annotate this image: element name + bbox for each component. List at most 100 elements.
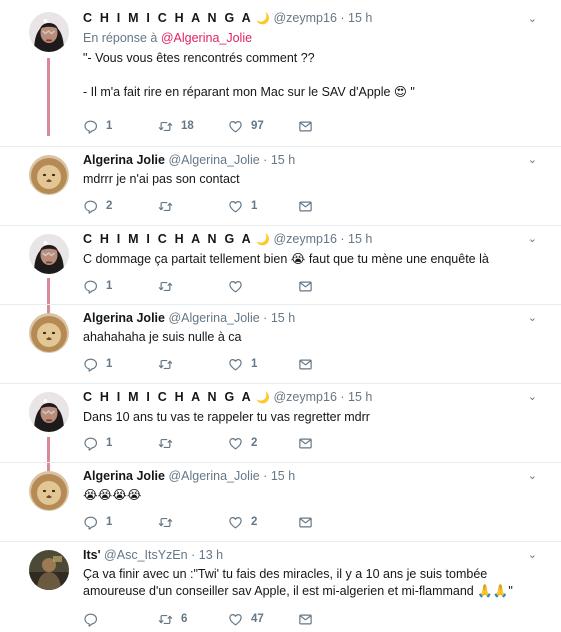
like-count: 97 xyxy=(251,120,264,132)
reply-button[interactable]: 1 xyxy=(83,279,158,294)
like-button[interactable]: 1 xyxy=(228,357,298,372)
dm-button[interactable] xyxy=(298,119,313,134)
display-name[interactable]: Its' xyxy=(83,548,101,562)
display-name[interactable]: C H I M I C H A N G A xyxy=(83,11,253,25)
separator-dot: · xyxy=(340,11,345,25)
display-name[interactable]: C H I M I C H A N G A xyxy=(83,232,253,246)
display-name[interactable]: Algerina Jolie xyxy=(83,469,165,483)
tweet[interactable]: Algerina Jolie @Algerina_Jolie · 15 h ah… xyxy=(0,305,561,384)
chevron-down-icon[interactable]: ⌄ xyxy=(528,232,537,245)
separator-dot: · xyxy=(191,548,196,562)
dm-button[interactable] xyxy=(298,279,313,294)
username[interactable]: @Asc_ItsYzEn xyxy=(104,548,188,562)
tweet-text-line: Dans 10 ans tu vas te rappeler tu vas re… xyxy=(83,410,370,424)
retweet-button[interactable] xyxy=(158,436,228,451)
dm-button[interactable] xyxy=(298,436,313,451)
retweet-button[interactable] xyxy=(158,279,228,294)
avatar[interactable] xyxy=(29,313,69,353)
username[interactable]: @Algerina_Jolie xyxy=(168,469,259,483)
reply-button[interactable] xyxy=(83,612,158,627)
like-count: 1 xyxy=(251,200,258,212)
username[interactable]: @zeymp16 xyxy=(273,390,336,404)
display-name[interactable]: Algerina Jolie xyxy=(83,311,165,325)
display-name[interactable]: Algerina Jolie xyxy=(83,153,165,167)
chevron-down-icon[interactable]: ⌄ xyxy=(528,311,537,324)
tweet[interactable]: Algerina Jolie @Algerina_Jolie · 15 h md… xyxy=(0,147,561,225)
username[interactable]: @Algerina_Jolie xyxy=(168,153,259,167)
timestamp[interactable]: 15 h xyxy=(348,390,372,404)
tweet[interactable]: C H I M I C H A N G A 🌙 @zeymp16 · 15 h … xyxy=(0,384,561,463)
like-count: 2 xyxy=(251,437,258,449)
retweet-button[interactable] xyxy=(158,357,228,372)
username[interactable]: @Algerina_Jolie xyxy=(168,311,259,325)
timestamp[interactable]: 15 h xyxy=(348,232,372,246)
dm-button[interactable] xyxy=(298,515,313,530)
retweet-icon xyxy=(158,436,173,451)
reply-button[interactable]: 1 xyxy=(83,119,158,134)
dm-button[interactable] xyxy=(298,357,313,372)
separator-dot: · xyxy=(263,153,268,167)
timestamp[interactable]: 15 h xyxy=(348,11,372,25)
tweet-text-line xyxy=(83,67,541,84)
avatar[interactable] xyxy=(29,392,69,432)
tweet-text: "- Vous vous êtes rencontrés comment ?? … xyxy=(83,50,541,101)
tweet-text: ahahahaha je suis nulle à ca xyxy=(83,329,541,346)
reply-button[interactable]: 2 xyxy=(83,199,158,214)
tweet-actions: 1 18 97 xyxy=(83,117,313,135)
chevron-down-icon[interactable]: ⌄ xyxy=(528,12,537,25)
retweet-button[interactable] xyxy=(158,515,228,530)
tweet-actions: 6 47 xyxy=(83,610,313,628)
retweet-icon xyxy=(158,357,173,372)
timestamp[interactable]: 13 h xyxy=(199,548,223,562)
reply-count: 1 xyxy=(106,120,113,132)
tweet-text: mdrrr je n'ai pas son contact xyxy=(83,171,541,188)
tweet-text-line: C dommage ça partait tellement bien 😭 fa… xyxy=(83,252,489,266)
tweet[interactable]: C H I M I C H A N G A 🌙 @zeymp16 · 15 h … xyxy=(0,226,561,305)
tweet[interactable]: Its' @Asc_ItsYzEn · 13 h Ça va finir ave… xyxy=(0,542,561,632)
dm-button[interactable] xyxy=(298,612,313,627)
tweet[interactable]: C H I M I C H A N G A 🌙 @zeymp16 · 15 h … xyxy=(0,0,561,147)
moon-emoji: 🌙 xyxy=(256,392,270,404)
retweet-button[interactable]: 6 xyxy=(158,612,228,627)
display-name[interactable]: C H I M I C H A N G A xyxy=(83,390,253,404)
reply-icon xyxy=(83,612,98,627)
reply-button[interactable]: 1 xyxy=(83,515,158,530)
heart-icon xyxy=(228,436,243,451)
tweet[interactable]: Algerina Jolie @Algerina_Jolie · 15 h 😭😭… xyxy=(0,463,561,542)
tweet-header: C H I M I C H A N G A 🌙 @zeymp16 · 15 h xyxy=(83,231,541,248)
tweet-text: Ça va finir avec un :"Twi' tu fais des m… xyxy=(83,566,541,600)
retweet-icon xyxy=(158,119,173,134)
retweet-button[interactable] xyxy=(158,199,228,214)
reply-button[interactable]: 1 xyxy=(83,436,158,451)
timestamp[interactable]: 15 h xyxy=(271,311,295,325)
retweet-button[interactable]: 18 xyxy=(158,119,228,134)
like-button[interactable]: 97 xyxy=(228,119,298,134)
chevron-down-icon[interactable]: ⌄ xyxy=(528,548,537,561)
tweet-text: C dommage ça partait tellement bien 😭 fa… xyxy=(83,251,541,268)
chevron-down-icon[interactable]: ⌄ xyxy=(528,153,537,166)
timestamp[interactable]: 15 h xyxy=(271,469,295,483)
avatar[interactable] xyxy=(29,471,69,511)
message-icon xyxy=(298,612,313,627)
avatar[interactable] xyxy=(29,12,69,52)
retweet-count: 18 xyxy=(181,120,194,132)
avatar[interactable] xyxy=(29,234,69,274)
message-icon xyxy=(298,436,313,451)
reply-button[interactable]: 1 xyxy=(83,357,158,372)
reply-mention[interactable]: @Algerina_Jolie xyxy=(161,31,252,45)
timestamp[interactable]: 15 h xyxy=(271,153,295,167)
avatar[interactable] xyxy=(29,550,69,590)
like-button[interactable]: 2 xyxy=(228,436,298,451)
avatar[interactable] xyxy=(29,155,69,195)
dm-button[interactable] xyxy=(298,199,313,214)
like-button[interactable] xyxy=(228,279,298,294)
chevron-down-icon[interactable]: ⌄ xyxy=(528,469,537,482)
username[interactable]: @zeymp16 xyxy=(273,232,336,246)
like-button[interactable]: 47 xyxy=(228,612,298,627)
username[interactable]: @zeymp16 xyxy=(273,11,336,25)
like-button[interactable]: 2 xyxy=(228,515,298,530)
moon-emoji: 🌙 xyxy=(256,234,270,246)
like-button[interactable]: 1 xyxy=(228,199,298,214)
chevron-down-icon[interactable]: ⌄ xyxy=(528,390,537,403)
reply-count: 1 xyxy=(106,437,113,449)
